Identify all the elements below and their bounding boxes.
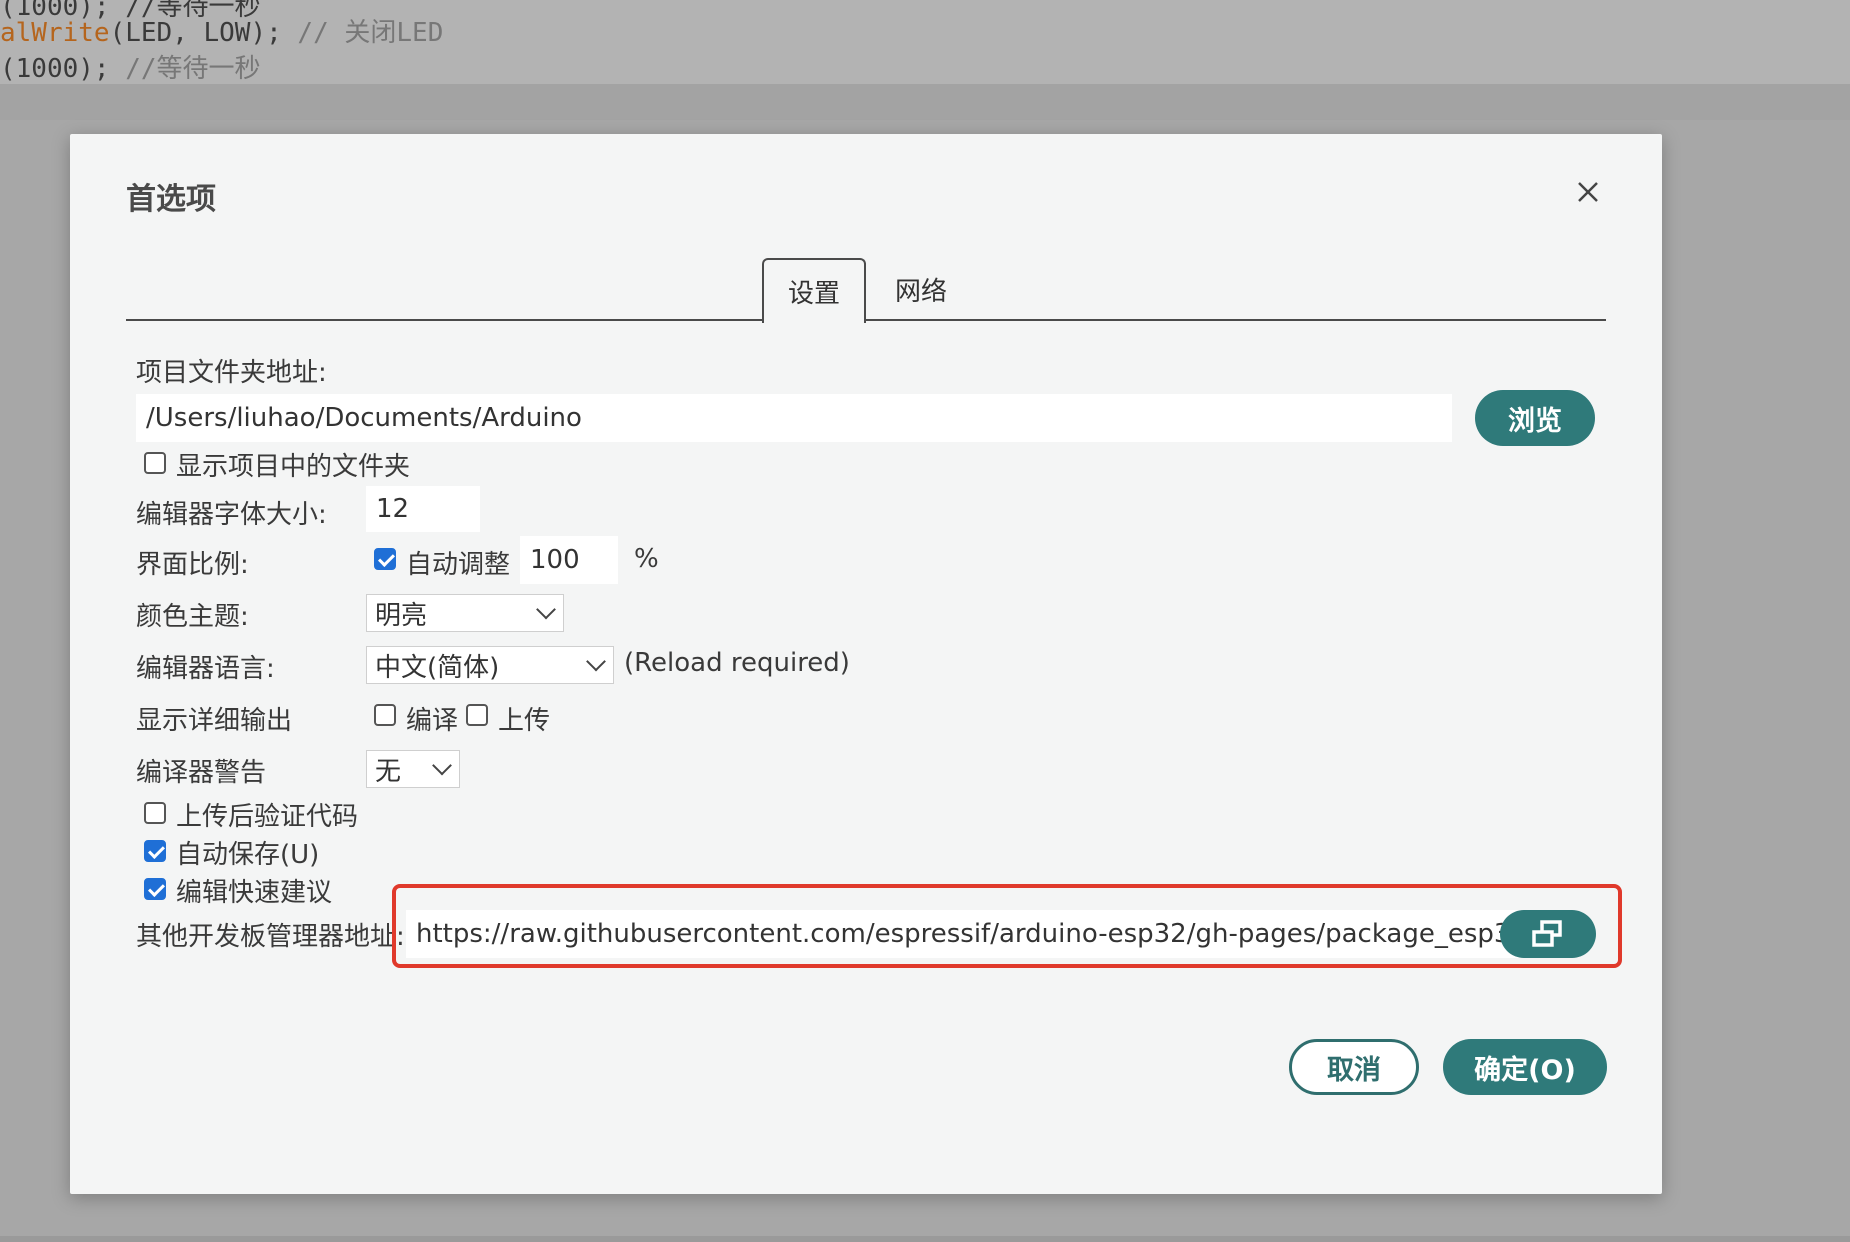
verbose-upload-checkbox[interactable] [466, 704, 488, 726]
scale-unit: % [634, 544, 659, 574]
quick-suggestions-label: 编辑快速建议 [176, 878, 333, 908]
current-line-highlight [0, 84, 1850, 120]
show-folders-checkbox[interactable] [144, 452, 166, 474]
auto-scale-label: 自动调整 [406, 550, 511, 580]
tabs-divider [126, 319, 1606, 321]
preferences-dialog: 首选项 设置 网络 项目文件夹地址: /Users/liuhao/Documen… [70, 134, 1662, 1194]
cancel-button[interactable]: 取消 [1289, 1039, 1419, 1095]
font-size-label: 编辑器字体大小: [136, 500, 327, 530]
theme-label: 颜色主题: [136, 602, 249, 632]
chevron-down-icon [586, 651, 606, 672]
code-function: alWrite [0, 18, 110, 48]
verify-upload-checkbox[interactable] [144, 802, 166, 824]
reload-note: (Reload required) [624, 648, 850, 678]
ok-button[interactable]: 确定(O) [1443, 1039, 1607, 1095]
autosave-label: 自动保存(U) [176, 840, 320, 870]
board-urls-label: 其他开发板管理器地址: [136, 922, 405, 952]
highlight-annotation [392, 884, 1622, 968]
language-value: 中文(简体) [375, 652, 500, 683]
verbose-compile-label: 编译 [406, 706, 459, 736]
verbose-upload-label: 上传 [498, 706, 551, 736]
tab-settings[interactable]: 设置 [762, 258, 866, 323]
code-args: (1000); [0, 54, 126, 84]
show-folders-label: 显示项目中的文件夹 [176, 452, 411, 482]
browse-button[interactable]: 浏览 [1475, 390, 1595, 446]
code-comment: //等待一秒 [125, 54, 261, 84]
chevron-down-icon [536, 599, 556, 620]
code-line-2: alWrite(LED, LOW); // 关闭LED [0, 12, 443, 49]
warnings-value: 无 [375, 756, 402, 787]
verbose-label: 显示详细输出 [136, 706, 293, 736]
quick-suggestions-checkbox[interactable] [144, 878, 166, 900]
warnings-select[interactable]: 无 [366, 750, 460, 788]
chevron-down-icon [432, 755, 452, 776]
interface-scale-label: 界面比例: [136, 550, 249, 580]
close-icon[interactable] [1570, 174, 1606, 210]
code-args: (LED, LOW); [109, 18, 298, 48]
tab-network[interactable]: 网络 [876, 258, 966, 320]
autosave-checkbox[interactable] [144, 840, 166, 862]
code-editor-background: (1000); //等待一秒 alWrite(LED, LOW); // 关闭L… [0, 0, 1850, 120]
code-line-3: (1000); //等待一秒 [0, 48, 261, 85]
verify-upload-label: 上传后验证代码 [176, 802, 359, 832]
theme-select[interactable]: 明亮 [366, 594, 564, 632]
language-label: 编辑器语言: [136, 654, 275, 684]
dialog-title: 首选项 [126, 182, 216, 217]
auto-scale-checkbox[interactable] [374, 548, 396, 570]
warnings-label: 编译器警告 [136, 758, 267, 788]
sketchbook-path-input[interactable]: /Users/liuhao/Documents/Arduino [136, 394, 1452, 442]
theme-value: 明亮 [375, 600, 428, 631]
scale-input[interactable]: 100 [520, 536, 618, 584]
verbose-compile-checkbox[interactable] [374, 704, 396, 726]
status-strip [0, 1236, 1850, 1242]
code-comment: // 关闭LED [297, 18, 444, 48]
sketchbook-label: 项目文件夹地址: [136, 358, 327, 388]
font-size-input[interactable]: 12 [366, 486, 480, 532]
language-select[interactable]: 中文(简体) [366, 646, 614, 684]
